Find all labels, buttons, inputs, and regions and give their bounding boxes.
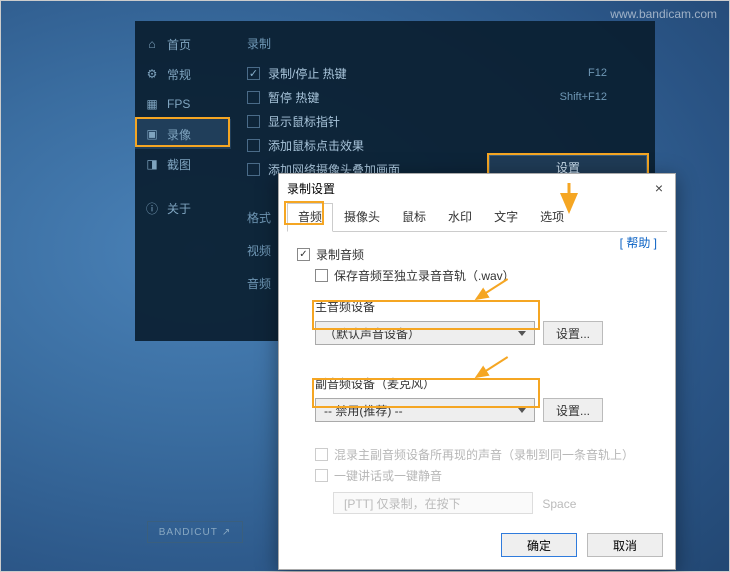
row-label: 暂停 热键 [268, 89, 319, 106]
close-icon[interactable]: × [649, 178, 669, 198]
sidebar-item-general[interactable]: ⚙ 常规 [135, 59, 231, 89]
fps-icon: ▦ [145, 97, 159, 111]
gear-icon: ⚙ [145, 67, 159, 81]
label-audio: 音频 [247, 275, 271, 292]
arrow-icon [549, 181, 589, 221]
opt-pause-hotkey[interactable]: 暂停 热键 Shift+F12 [247, 86, 647, 108]
label-format: 格式 [247, 209, 271, 226]
checkbox-icon[interactable] [247, 139, 260, 152]
opt-show-cursor[interactable]: 显示鼠标指针 [247, 110, 647, 132]
ptt-key: Space [542, 497, 576, 511]
sidebar-item-fps[interactable]: ▦ FPS [135, 89, 231, 119]
tab-watermark[interactable]: 水印 [437, 203, 483, 232]
mix-checkbox: 混录主副音频设备所再现的声音（录制到同一条音轨上） [315, 446, 657, 463]
primary-device-config-button[interactable]: 设置... [543, 321, 603, 345]
dialog-title-bar: 录制设置 × [279, 174, 675, 202]
watermark: www.bandicam.com [610, 7, 717, 21]
checkbox-label: 一键讲话或一键静音 [334, 467, 442, 484]
checkbox-icon [315, 469, 328, 482]
sidebar-item-label: 截图 [167, 156, 191, 173]
ptt-checkbox: 一键讲话或一键静音 [315, 467, 657, 484]
checkbox-icon[interactable] [247, 115, 260, 128]
tab-webcam[interactable]: 摄像头 [333, 203, 391, 232]
checkbox-icon[interactable] [315, 269, 328, 282]
left-labels: 格式 视频 音频 [247, 209, 271, 308]
checkbox-icon[interactable] [247, 67, 260, 80]
checkbox-icon[interactable] [297, 248, 310, 261]
highlight-sidebar-video [135, 117, 230, 147]
ptt-field: [PTT] 仅录制，在按下 [333, 492, 533, 514]
info-icon: ⓘ [145, 201, 159, 215]
home-icon: ⌂ [145, 37, 159, 51]
tab-bar: 音频 摄像头 鼠标 水印 文字 选项 [287, 202, 667, 232]
sidebar-item-label: FPS [167, 97, 190, 111]
opt-record-hotkey[interactable]: 录制/停止 热键 F12 [247, 62, 647, 84]
hotkey-value: Shift+F12 [560, 91, 607, 103]
row-label: 添加鼠标点击效果 [268, 137, 364, 154]
checkbox-icon [315, 448, 328, 461]
hotkey-value: F12 [588, 67, 607, 79]
sidebar: ⌂ 首页 ⚙ 常规 ▦ FPS ▣ 录像 ◨ 截图 ⓘ 关于 [135, 21, 231, 341]
dialog-buttons: 确定 取消 [501, 533, 663, 557]
secondary-device-config-button[interactable]: 设置... [543, 398, 603, 422]
row-label: 显示鼠标指针 [268, 113, 340, 130]
sidebar-item-label: 首页 [167, 36, 191, 53]
checkbox-label: 混录主副音频设备所再现的声音（录制到同一条音轨上） [334, 446, 634, 463]
checkbox-label: 录制音频 [316, 246, 364, 263]
section-heading: 录制 [247, 35, 647, 52]
tab-mouse[interactable]: 鼠标 [391, 203, 437, 232]
arrow-icon [471, 271, 511, 311]
checkbox-icon[interactable] [247, 91, 260, 104]
label-video: 视频 [247, 242, 271, 259]
arrow-icon [471, 349, 511, 389]
sidebar-item-label: 关于 [167, 200, 191, 217]
sidebar-item-screenshot[interactable]: ◨ 截图 [135, 149, 231, 179]
sidebar-item-home[interactable]: ⌂ 首页 [135, 29, 231, 59]
sidebar-item-label: 常规 [167, 66, 191, 83]
dialog-title: 录制设置 [287, 180, 335, 197]
tab-text[interactable]: 文字 [483, 203, 529, 232]
cancel-button[interactable]: 取消 [587, 533, 663, 557]
external-link-icon: ↗ [222, 527, 231, 538]
bandicut-label: BANDICUT [159, 527, 218, 538]
ok-button[interactable]: 确定 [501, 533, 577, 557]
record-audio-checkbox[interactable]: 录制音频 [297, 246, 657, 263]
sidebar-item-about[interactable]: ⓘ 关于 [135, 193, 231, 223]
checkbox-icon[interactable] [247, 163, 260, 176]
row-label: 录制/停止 热键 [268, 65, 347, 82]
camera-icon: ◨ [145, 157, 159, 171]
help-link[interactable]: [ 帮助 ] [620, 234, 657, 251]
highlight-audio-tab [284, 201, 324, 225]
bandicut-button[interactable]: BANDICUT ↗ [147, 521, 243, 543]
